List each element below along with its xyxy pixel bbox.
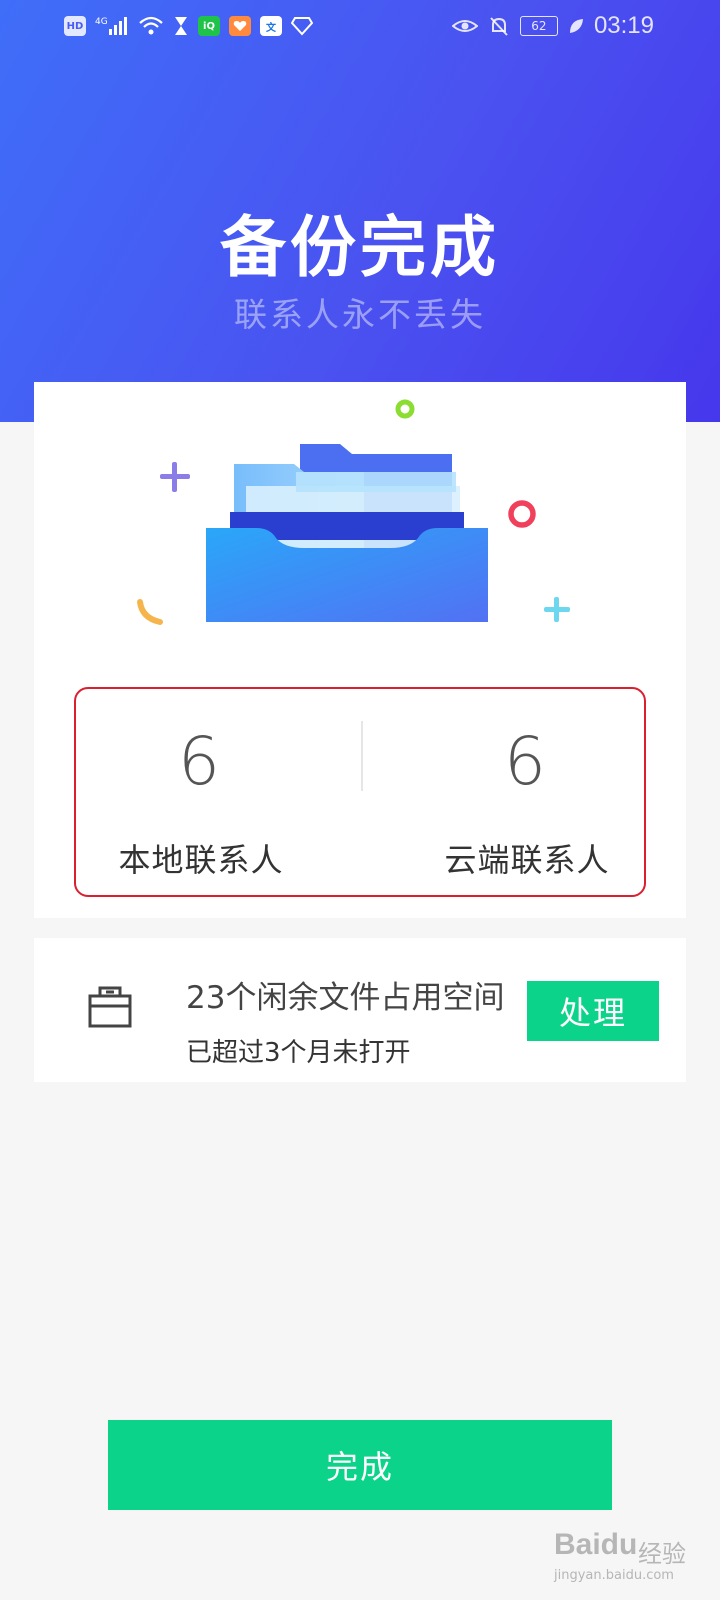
idle-files-title: 23个闲余文件占用空间: [186, 980, 505, 1016]
local-contacts-stat: 6 本地联系人: [76, 689, 362, 899]
local-contacts-count: 6: [178, 723, 220, 800]
mute-bell-icon: [488, 14, 510, 38]
local-contacts-label: 本地联系人: [118, 841, 284, 879]
folder-drawer-illustration: [137, 399, 570, 625]
plus-purple-icon: [160, 462, 190, 492]
hd-icon: HD: [64, 16, 86, 36]
page-title: 备份完成: [220, 209, 500, 286]
cloud-contacts-label: 云端联系人: [444, 841, 610, 879]
iqiyi-icon: iQ: [198, 16, 220, 36]
contacts-summary: 6 本地联系人 6 云端联系人: [74, 687, 646, 897]
wifi-icon: [138, 14, 164, 38]
idle-files-card[interactable]: 23个闲余文件占用空间 已超过3个月未打开 处理: [34, 938, 686, 1082]
battery-indicator: 62: [519, 16, 558, 36]
page-subtitle: 联系人永不丢失: [234, 295, 486, 334]
eye-comfort-icon: [451, 14, 478, 38]
translate-icon: 文: [260, 16, 282, 36]
done-button[interactable]: 完成: [108, 1420, 612, 1510]
clock: 03:19: [593, 12, 654, 39]
watermark-cn: 经验: [638, 1540, 686, 1568]
diamond-icon: [291, 14, 313, 38]
watermark-brand: Baidu: [554, 1528, 638, 1561]
backup-result-card: 6 本地联系人 6 云端联系人: [34, 382, 686, 918]
watermark-url: jingyan.baidu.com: [554, 1568, 674, 1583]
cloud-contacts-count: 6: [504, 723, 546, 800]
status-bar: HD 4G iQ 文 62 03:19: [0, 0, 720, 52]
signal-icon: 4G: [95, 14, 129, 38]
process-button[interactable]: 处理: [527, 981, 659, 1041]
idle-files-subtitle: 已超过3个月未打开: [186, 1038, 411, 1068]
hourglass-icon: [173, 14, 189, 38]
header-banner: HD 4G iQ 文 62 03:19 备份完成 联系人永不丢失: [0, 0, 720, 422]
leaf-icon: [568, 14, 584, 38]
svg-text:4G: 4G: [95, 17, 108, 27]
cloud-contacts-stat: 6 云端联系人: [362, 689, 648, 899]
storage-box-icon: [88, 986, 132, 1028]
baidu-jingyan-watermark: Baidu 经验 jingyan.baidu.com: [554, 1528, 704, 1588]
health-icon: [229, 16, 251, 36]
